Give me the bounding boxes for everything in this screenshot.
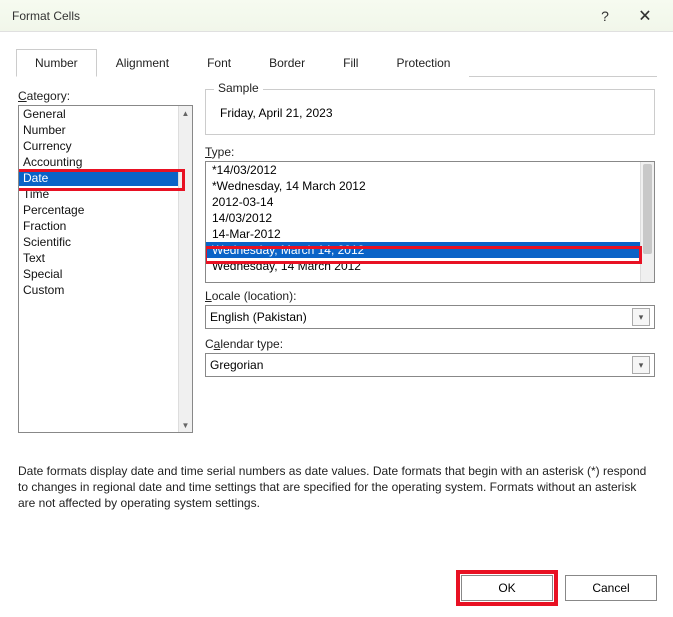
cancel-button-label: Cancel: [592, 581, 629, 595]
type-scrollbar[interactable]: [640, 162, 654, 282]
ok-button[interactable]: OK: [461, 575, 553, 601]
tab-alignment[interactable]: Alignment: [97, 49, 188, 77]
type-listbox[interactable]: *14/03/2012 *Wednesday, 14 March 2012 20…: [205, 161, 655, 283]
scroll-up-icon[interactable]: ▲: [179, 106, 192, 120]
tab-number[interactable]: Number: [16, 49, 97, 77]
type-item[interactable]: *14/03/2012: [206, 162, 640, 178]
calendar-label: Calendar type:: [205, 337, 655, 351]
detail-column: Sample Friday, April 21, 2023 Type: *14/…: [205, 89, 655, 433]
calendar-combobox[interactable]: Gregorian ▾: [205, 353, 655, 377]
title-bar: Format Cells ? 🗙: [0, 0, 673, 32]
category-label: Category:: [18, 89, 193, 103]
type-item[interactable]: 2012-03-14: [206, 194, 640, 210]
category-item-scientific[interactable]: Scientific: [19, 234, 178, 250]
category-item-accounting[interactable]: Accounting: [19, 154, 178, 170]
category-item-date[interactable]: Date: [19, 170, 178, 186]
tab-panel-number: Category: General Number Currency Accoun…: [16, 77, 657, 441]
type-item-selected[interactable]: Wednesday, March 14, 2012: [206, 242, 640, 258]
type-label: Type:: [205, 145, 655, 159]
sample-group: Sample Friday, April 21, 2023: [205, 89, 655, 135]
type-item[interactable]: Wednesday, 14 March 2012: [206, 258, 640, 274]
tab-strip: Number Alignment Font Border Fill Protec…: [16, 48, 657, 77]
category-item-text[interactable]: Text: [19, 250, 178, 266]
category-item-custom[interactable]: Custom: [19, 282, 178, 298]
window-title: Format Cells: [8, 9, 585, 23]
calendar-value: Gregorian: [210, 358, 632, 372]
locale-value: English (Pakistan): [210, 310, 632, 324]
type-item[interactable]: *Wednesday, 14 March 2012: [206, 178, 640, 194]
category-item-time[interactable]: Time: [19, 186, 178, 202]
locale-combobox[interactable]: English (Pakistan) ▾: [205, 305, 655, 329]
format-description: Date formats display date and time seria…: [16, 441, 657, 512]
category-item-fraction[interactable]: Fraction: [19, 218, 178, 234]
tab-border[interactable]: Border: [250, 49, 324, 77]
type-item[interactable]: 14-Mar-2012: [206, 226, 640, 242]
chevron-down-icon[interactable]: ▾: [632, 308, 650, 326]
sample-value: Friday, April 21, 2023: [216, 100, 644, 120]
type-item[interactable]: 14/03/2012: [206, 210, 640, 226]
chevron-down-icon[interactable]: ▾: [632, 356, 650, 374]
category-item-special[interactable]: Special: [19, 266, 178, 282]
tab-protection[interactable]: Protection: [377, 49, 469, 77]
sample-legend: Sample: [214, 81, 263, 95]
dialog-button-row: OK Cancel: [461, 575, 657, 601]
help-button[interactable]: ?: [585, 8, 625, 24]
scrollbar-thumb[interactable]: [643, 164, 652, 254]
category-item-number[interactable]: Number: [19, 122, 178, 138]
category-scrollbar[interactable]: ▲ ▼: [178, 106, 192, 432]
category-column: Category: General Number Currency Accoun…: [18, 89, 193, 433]
category-item-percentage[interactable]: Percentage: [19, 202, 178, 218]
cancel-button[interactable]: Cancel: [565, 575, 657, 601]
locale-label: Locale (location):: [205, 289, 655, 303]
category-item-general[interactable]: General: [19, 106, 178, 122]
close-button[interactable]: 🗙: [625, 4, 665, 28]
category-item-currency[interactable]: Currency: [19, 138, 178, 154]
tab-font[interactable]: Font: [188, 49, 250, 77]
tab-fill[interactable]: Fill: [324, 49, 377, 77]
dialog-content: Number Alignment Font Border Fill Protec…: [0, 32, 673, 512]
scroll-down-icon[interactable]: ▼: [179, 418, 192, 432]
category-listbox[interactable]: General Number Currency Accounting Date …: [18, 105, 193, 433]
ok-button-label: OK: [498, 581, 515, 595]
